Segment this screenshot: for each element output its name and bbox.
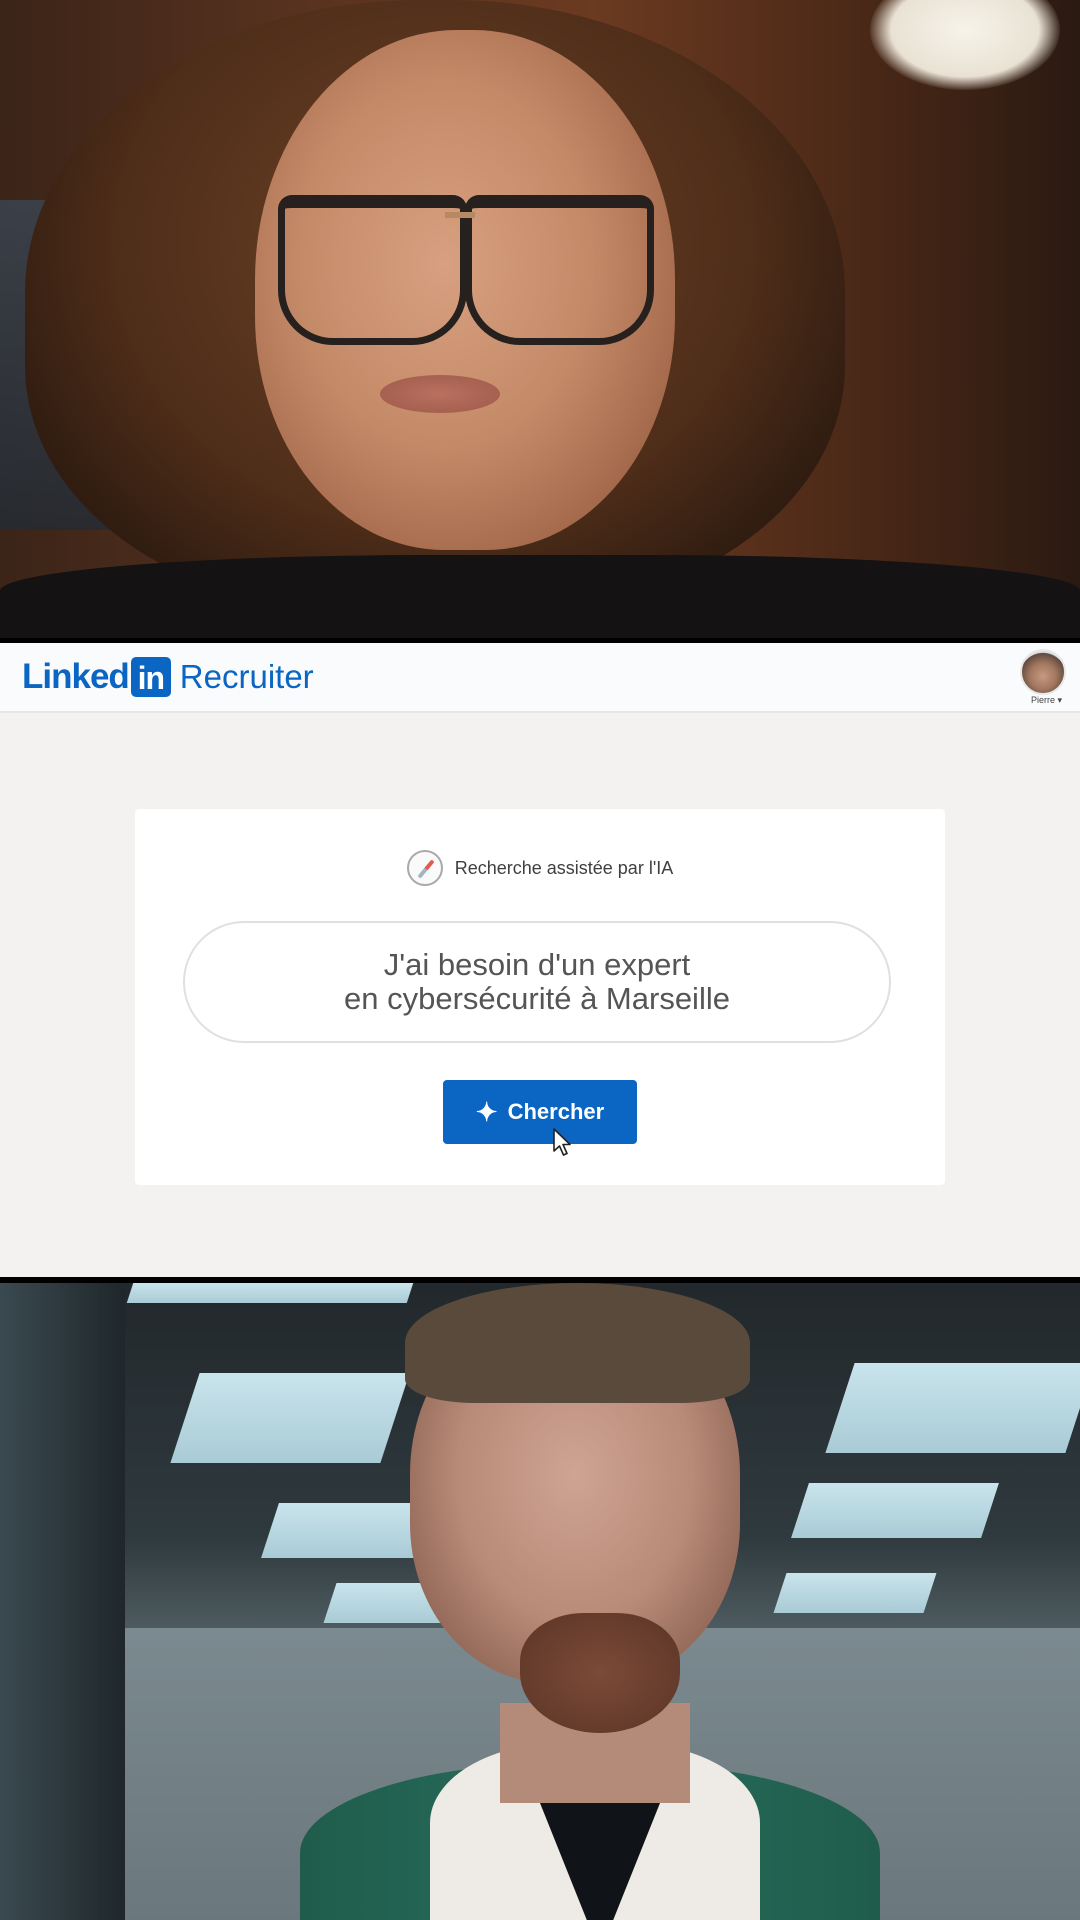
avatar[interactable] — [1020, 649, 1066, 695]
ceiling-lamp — [870, 0, 1060, 90]
recruiter-screen: Linked in Recruiter Pierre ▾ Recherche a… — [0, 643, 1080, 1277]
man-hair — [405, 1283, 750, 1403]
compass-icon — [406, 850, 443, 886]
ai-search-label: Recherche assistée par l'IA — [454, 857, 674, 878]
bottom-video-frame — [0, 1283, 1080, 1920]
glasses-left-lens — [278, 195, 467, 345]
search-prompt-input[interactable]: J'ai besoin d'un expert en cybersécurité… — [183, 921, 891, 1043]
top-video-frame — [0, 0, 1080, 638]
ceiling-light-panel — [170, 1373, 410, 1463]
ai-search-heading: Recherche assistée par l'IA — [135, 850, 945, 886]
search-prompt-text: J'ai besoin d'un expert en cybersécurité… — [344, 948, 730, 1016]
brand-linked-text: Linked — [22, 657, 130, 696]
brand-product-name: Recruiter — [179, 658, 314, 695]
search-button-label: Chercher — [507, 1099, 605, 1124]
cubicle-wall — [0, 1283, 125, 1920]
ceiling-light-panel — [791, 1483, 999, 1538]
glasses-right-lens — [465, 195, 654, 345]
ceiling-light-panel — [825, 1363, 1080, 1453]
glasses-bridge — [445, 212, 475, 218]
linkedin-recruiter-logo[interactable]: Linked in Recruiter — [22, 655, 314, 699]
mouse-cursor-icon — [553, 1128, 571, 1156]
man-beard — [520, 1613, 680, 1733]
ceiling-light-panel — [126, 1283, 414, 1303]
sparkle-icon: ✦ — [475, 1097, 498, 1127]
search-prompt-line-1: J'ai besoin d'un expert — [383, 947, 691, 982]
user-menu-label[interactable]: Pierre ▾ — [1031, 695, 1062, 706]
woman-shoulders — [0, 555, 1080, 638]
search-prompt-line-2: en cybersécurité à Marseille — [344, 981, 730, 1016]
ai-search-card: Recherche assistée par l'IA J'ai besoin … — [135, 809, 945, 1185]
woman-lips — [380, 375, 500, 413]
ceiling-light-panel — [773, 1573, 937, 1613]
brand-in-badge: in — [130, 657, 171, 697]
search-button[interactable]: ✦ Chercher — [443, 1080, 637, 1144]
top-navigation-bar: Linked in Recruiter Pierre ▾ — [0, 643, 1080, 713]
